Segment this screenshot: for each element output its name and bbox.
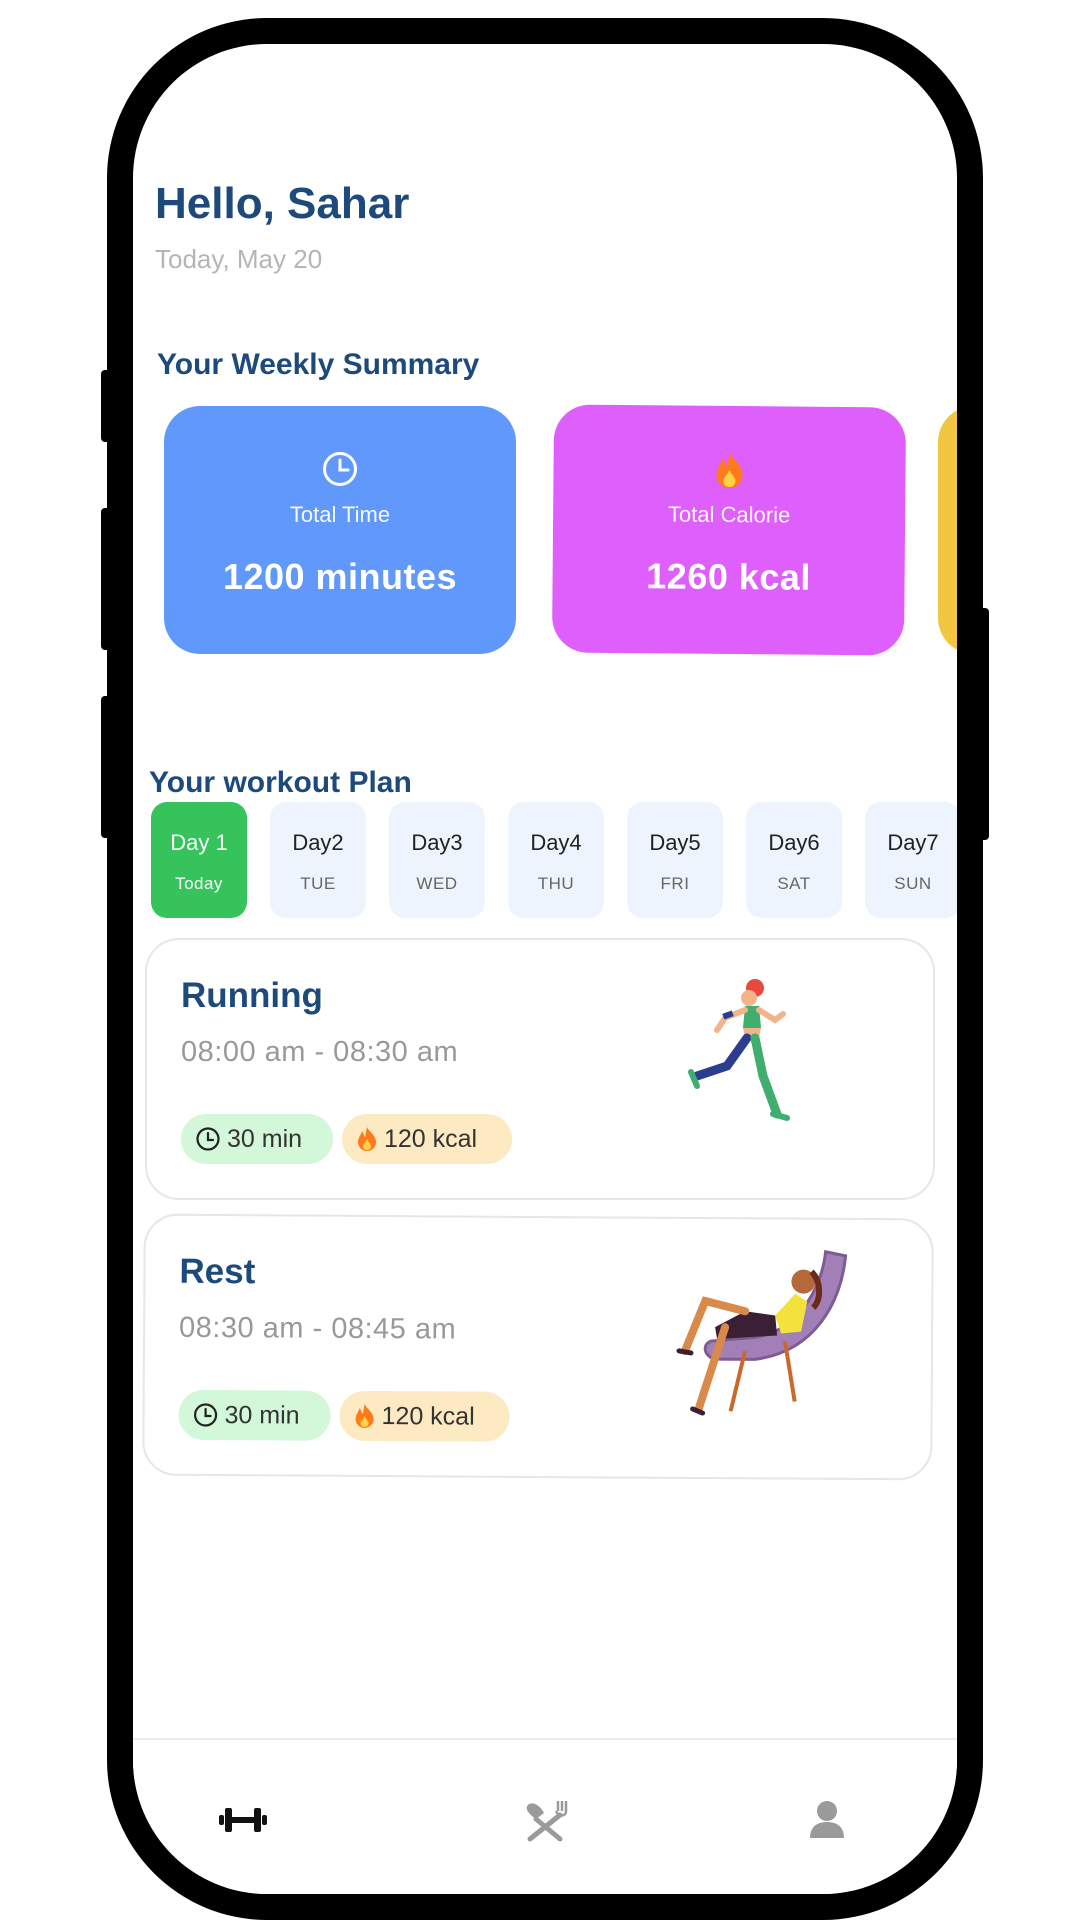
total-time-value: 1200 minutes [222, 556, 458, 597]
clock-icon [195, 1126, 221, 1152]
workout-card-rest[interactable]: Rest 08:30 am - 08:45 am 30 min 120 kcal [142, 1213, 934, 1481]
duration-value: 30 min [227, 1124, 303, 1153]
day-tab-2[interactable]: Day2 TUE [270, 802, 366, 918]
nav-profile[interactable] [797, 1790, 857, 1850]
day-tab-label: Day2 [292, 830, 344, 855]
day-tab-label: Day 1 [170, 830, 228, 855]
day-tab-sub: SUN [894, 874, 932, 893]
summary-card-partial[interactable] [938, 406, 957, 654]
day-tab-5[interactable]: Day5 FRI [627, 802, 723, 918]
day-tab-sub: FRI [660, 874, 690, 893]
day-tab-6[interactable]: Day6 SAT [746, 802, 842, 918]
runner-illustration [688, 979, 790, 1121]
profile-icon [810, 1801, 844, 1838]
day-tab-sub: Today [175, 874, 223, 893]
workout-time: 08:30 am - 08:45 am [179, 1311, 457, 1346]
workout-plan-title: Your workout Plan [149, 766, 412, 799]
day-tab-sub: SAT [777, 874, 811, 893]
day-tab-sub: WED [416, 874, 458, 893]
date-label: Today, May 20 [155, 244, 323, 274]
nav-workouts[interactable] [213, 1790, 273, 1850]
calorie-chip: 120 kcal [342, 1114, 512, 1164]
calorie-chip: 120 kcal [339, 1390, 510, 1442]
day-tab-label: Day6 [768, 830, 820, 855]
greeting-title: Hello, Sahar [155, 179, 410, 228]
app-screen: Hello, Sahar Today, May 20 Your Weekly S… [133, 44, 957, 1894]
day-tab-label: Day3 [411, 830, 463, 855]
calorie-value: 120 kcal [384, 1124, 478, 1153]
duration-chip: 30 min [178, 1389, 331, 1441]
day-tab-3[interactable]: Day3 WED [389, 802, 485, 918]
day-tab-label: Day5 [649, 830, 701, 855]
fork-knife-icon [526, 1801, 568, 1842]
day-tab-7[interactable]: Day7 SUN [865, 802, 957, 918]
weekly-summary-title: Your Weekly Summary [157, 348, 480, 381]
total-calorie-value: 1260 kcal [646, 555, 812, 598]
clock-icon [192, 1402, 218, 1428]
resting-illustration [676, 1249, 848, 1416]
day-tab-label: Day7 [887, 830, 939, 855]
side-button [101, 696, 115, 838]
dumbbell-icon [219, 1808, 267, 1832]
duration-chip: 30 min [181, 1114, 333, 1164]
total-calorie-card[interactable]: Total Calorie 1260 kcal [551, 404, 907, 656]
nav-nutrition[interactable] [515, 1790, 575, 1850]
workout-card-running[interactable]: Running 08:00 am - 08:30 am 30 min 120 k… [145, 938, 935, 1200]
day-tab-sub: THU [537, 874, 575, 893]
day-tab-sub: TUE [300, 874, 336, 893]
calorie-value: 120 kcal [381, 1401, 475, 1431]
bottom-nav [133, 1738, 957, 1894]
day-tab-1[interactable]: Day 1 Today [151, 802, 247, 918]
side-button [975, 608, 989, 840]
side-button [101, 508, 115, 650]
total-calorie-label: Total Calorie [667, 501, 791, 528]
side-button [101, 370, 115, 442]
total-time-card[interactable]: Total Time 1200 minutes [164, 406, 516, 654]
duration-value: 30 min [224, 1400, 300, 1430]
workout-time: 08:00 am - 08:30 am [181, 1036, 459, 1068]
total-time-label: Total Time [289, 502, 391, 527]
fire-icon [553, 448, 905, 491]
day-tab-label: Day4 [530, 830, 582, 855]
fire-icon [353, 1403, 375, 1429]
clock-icon [164, 450, 516, 490]
fire-icon [356, 1126, 378, 1152]
workout-title: Running [181, 976, 323, 1015]
day-tab-4[interactable]: Day4 THU [508, 802, 604, 918]
workout-title: Rest [179, 1251, 256, 1292]
